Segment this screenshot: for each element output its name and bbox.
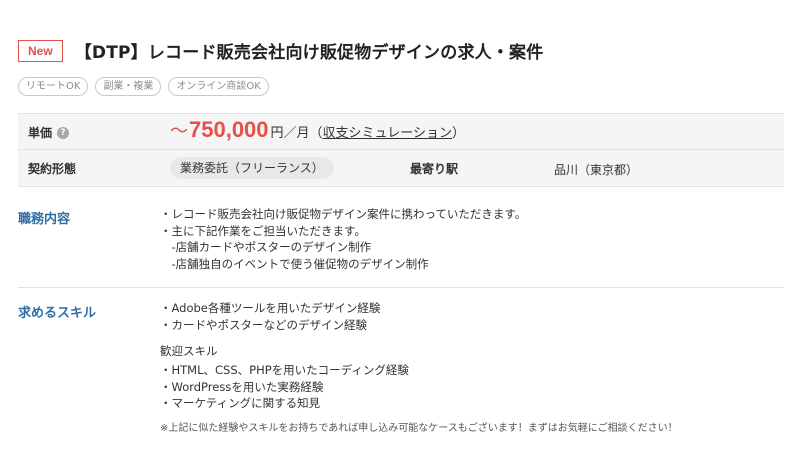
list-item: ・Adobe各種ツールを用いたデザイン経験 [160, 301, 381, 315]
list-item: ・主に下記作業をご担当いただきます。 [160, 223, 366, 238]
tag-list: リモートOK 副業・複業 オンライン商談OK [18, 77, 269, 96]
list-item: ・レコード販売会社向け販促物デザイン案件に携わっていただきます。 [160, 207, 527, 221]
price-prefix: ～ [170, 121, 188, 142]
job-title: 【DTP】レコード販売会社向け販促物デザインの求人・案件 [74, 43, 544, 63]
list-item: ・カードやポスターなどのデザイン経験 [160, 317, 367, 332]
list-item: ・WordPressを用いた実務経験 [160, 379, 324, 394]
income-simulation-link[interactable]: 収支シミュレーション [323, 122, 452, 141]
list-item: -店舗独自のイベントで使う催促物のデザイン制作 [160, 256, 429, 271]
required-skills-list: ・Adobe各種ツールを用いたデザイン経験 ・カードやポスターなどのデザイン経験 [160, 300, 380, 333]
welcome-skills-list: ・HTML、CSS、PHPを用いたコーディング経験 ・WordPressを用いた… [160, 362, 409, 412]
price: ～ 750,000 円／月（ 収支シミュレーション ） [170, 117, 465, 143]
divider [18, 287, 784, 288]
station-label: 最寄り駅 [410, 162, 459, 176]
tag-side-job: 副業・複業 [95, 77, 162, 96]
unit-price-label-text: 単価 [28, 126, 53, 140]
list-item: -店舗カードやポスターのデザイン制作 [160, 240, 372, 254]
tag-online-meeting: オンライン商談OK [168, 77, 269, 96]
help-icon[interactable]: ? [57, 126, 70, 139]
skills-note: ※上記に似た経験やスキルをお持ちであれば申し込み可能なケースもございます！まずは… [160, 423, 678, 434]
contract-row [18, 150, 784, 186]
price-suffix: ） [452, 126, 466, 141]
price-value: 750,000 [189, 117, 269, 142]
price-unit: 円／月（ [270, 126, 323, 141]
job-title-row: New 【DTP】レコード販売会社向け販促物デザインの求人・案件 [18, 38, 543, 63]
contract-label: 契約形態 [28, 162, 77, 176]
tag-remote: リモートOK [18, 77, 89, 96]
welcome-skills-title: 歓迎スキル [160, 343, 218, 360]
unit-price-label: 単価 ? [28, 124, 70, 141]
divider [18, 186, 784, 187]
skills-title: 求めるスキル [18, 306, 97, 321]
duties-title: 職務内容 [18, 212, 71, 227]
new-badge: New [18, 39, 63, 62]
welcome-skills-heading: 歓迎スキル [160, 344, 218, 358]
list-item: ・マーケティングに関する知見 [160, 396, 321, 410]
duties-list: ・レコード販売会社向け販促物デザイン案件に携わっていただきます。 ・主に下記作業… [160, 206, 526, 272]
station-value: 品川（東京都） [554, 163, 639, 177]
list-item: ・HTML、CSS、PHPを用いたコーディング経験 [160, 363, 409, 377]
contract-type-chip: 業務委託（フリーランス） [170, 157, 334, 179]
